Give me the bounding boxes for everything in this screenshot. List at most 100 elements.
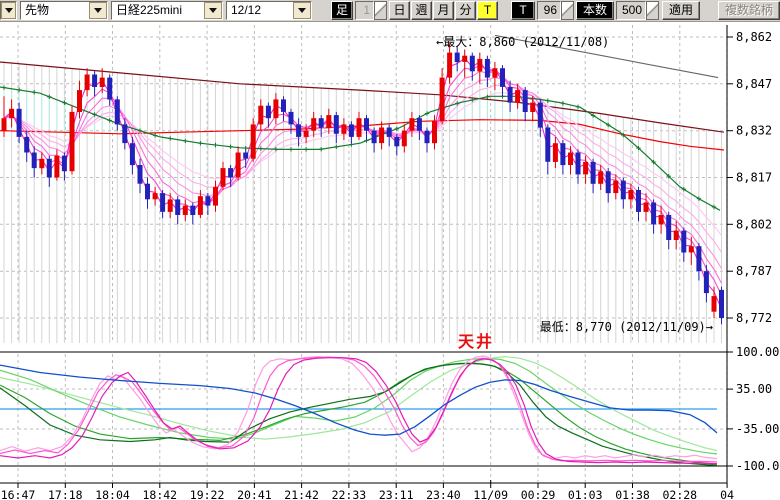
time-tick-label: 22:33 [332,488,367,500]
time-tick-label: 01:38 [615,488,650,500]
time-tick-label: 18:42 [142,488,177,500]
candle [530,103,535,112]
symbol-combo[interactable]: 日経225mini [111,1,223,20]
candle [100,78,105,87]
price-tick-label: 8,832 [736,124,772,138]
chevron-down-icon[interactable] [1,2,16,19]
contract-date-combo[interactable]: 12/12 [226,1,312,20]
period-day-button[interactable]: 日 [389,1,410,20]
period-week-button[interactable]: 週 [411,1,432,20]
candle [168,199,173,212]
chevron-down-icon[interactable] [204,2,222,19]
period-minute-button[interactable]: 分 [455,1,476,20]
candle [681,231,686,253]
ema-ribbon-line [4,85,722,252]
candle [712,296,717,312]
candle [576,153,581,175]
candle [334,115,339,134]
tick-mode-button[interactable]: T [477,1,498,20]
time-tick-label: 23:40 [426,488,461,500]
chart-app-window: 先物 日経225mini 12/12 足 1 日 週 月 分 T T 96 本数… [0,0,780,500]
candle [92,75,97,88]
candle [2,118,7,131]
time-tick-label: 17:18 [48,488,83,500]
candle [523,90,528,112]
candle [583,162,588,175]
candle [470,56,475,72]
chart-canvas[interactable]: 8,8628,8478,8328,8178,8028,7878,772100.0… [0,22,780,500]
price-tick-label: 8,772 [736,311,772,325]
candle [341,124,346,133]
price-tick-label: 8,862 [736,30,772,44]
candle [636,190,641,212]
candle [508,87,513,103]
candle [394,137,399,146]
candle [606,171,611,193]
candle [175,199,180,215]
candle [296,124,301,136]
candle [39,159,44,168]
rci-green-line [0,363,717,464]
candle [145,184,150,200]
candle [266,106,271,119]
candle [251,124,256,158]
candle [349,124,354,136]
spinner-icon[interactable] [561,1,574,20]
ema-ribbon-line [4,78,722,269]
candle [432,121,437,143]
candle [228,168,233,177]
honsu-button[interactable]: 本数 [576,1,614,20]
candle [644,203,649,212]
osc-tick-label: -35.00 [736,422,779,436]
candle [379,128,384,144]
max-annotation: ←最大：8,860 (2012/11/08) [436,35,609,49]
time-tick-label: 23:11 [379,488,414,500]
spinner-icon[interactable] [646,1,659,20]
candle [153,193,158,199]
candle [70,112,75,171]
candle [560,143,565,165]
chevron-down-icon[interactable] [293,2,311,19]
candle [477,59,482,72]
candle [85,75,90,91]
candle [628,190,633,199]
candle [568,153,573,166]
apply-button[interactable]: 適用 [662,1,700,20]
time-tick-label: 20:41 [237,488,272,500]
candle [492,68,497,77]
candle [364,118,369,131]
time-tick-label: 00:29 [521,488,556,500]
count-spinner[interactable]: 500 [616,1,659,20]
interval-value: 1 [355,1,374,20]
chart-svg[interactable]: 8,8628,8478,8328,8178,8028,7878,772100.0… [0,22,780,500]
candle [304,131,309,137]
candle [281,99,286,112]
candle [455,53,460,62]
ema-ribbon-line [4,93,722,236]
candle [553,143,558,162]
hidden-combo[interactable] [0,1,17,20]
chevron-down-icon[interactable] [89,2,107,19]
interval-spinner[interactable]: 1 [355,1,387,20]
candle [440,78,445,122]
bars-spinner[interactable]: 96 [537,1,574,20]
spinner-icon[interactable] [374,1,387,20]
multi-symbol-button[interactable]: 複数銘柄 [718,1,780,20]
candle [538,103,543,128]
candle [674,231,679,240]
rci-green-line [0,363,717,465]
ashi-button[interactable]: 足 [331,1,353,20]
period-month-button[interactable]: 月 [433,1,454,20]
candle [9,109,14,118]
instrument-type-combo[interactable]: 先物 [20,1,108,20]
candle [372,131,377,144]
tick-button[interactable]: T [511,1,535,20]
candle [357,118,362,137]
candle [500,68,505,87]
candle [190,206,195,215]
candle [273,99,278,118]
candle [122,124,127,143]
candle [213,187,218,206]
candle [289,112,294,125]
candle [417,118,422,131]
